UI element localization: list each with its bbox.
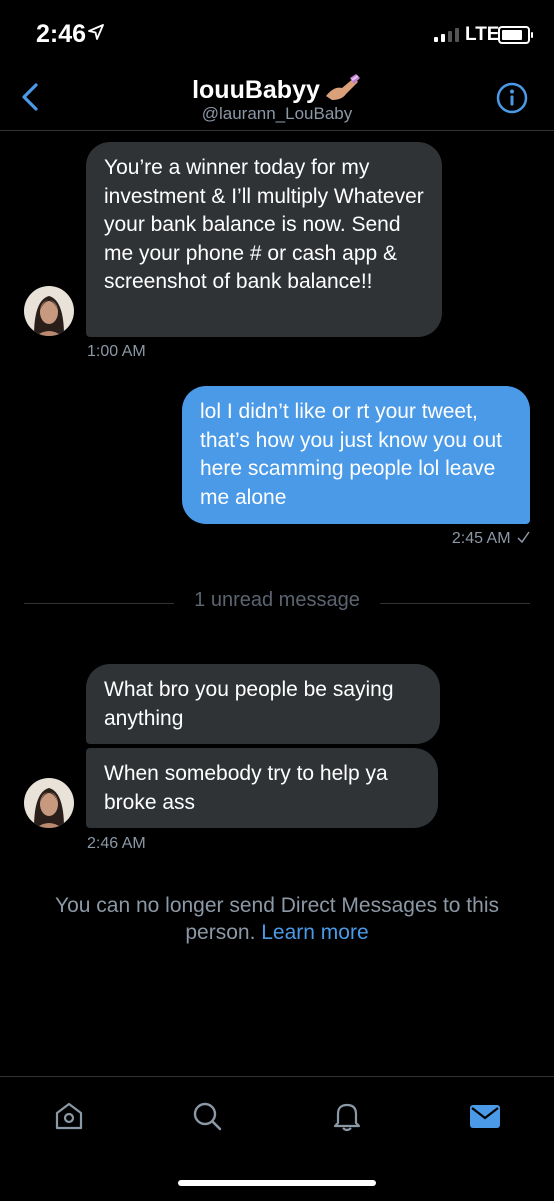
message-timestamp: 2:45 AM [451, 530, 511, 547]
avatar[interactable] [24, 778, 74, 828]
outgoing-message[interactable]: lol I didn’t like or rt your tweet, that… [182, 386, 530, 524]
contact-handle[interactable]: @laurann_LouBaby [0, 104, 554, 124]
unread-separator-label: 1 unread message [194, 589, 360, 611]
dm-restricted-notice: You can no longer send Direct Messages t… [20, 892, 534, 946]
notifications-icon[interactable] [330, 1099, 364, 1133]
message-timestamp-row: 2:45 AM [380, 530, 530, 548]
divider-right [380, 603, 530, 604]
contact-name: louuBabyy [192, 76, 320, 104]
search-icon[interactable] [190, 1099, 224, 1133]
avatar[interactable] [24, 286, 74, 336]
conversation-header: louuBabyy @laurann_LouBaby [0, 66, 554, 131]
network-label: LTE [465, 24, 500, 45]
incoming-message[interactable]: You’re a winner today for my investment … [86, 142, 442, 337]
message-timestamp: 2:46 AM [87, 835, 146, 852]
learn-more-link[interactable]: Learn more [261, 921, 368, 944]
message-timestamp: 1:00 AM [87, 343, 146, 360]
messages-icon[interactable] [468, 1099, 502, 1133]
nail-polish-emoji-icon [325, 74, 360, 100]
incoming-message[interactable]: When somebody try to help ya broke ass [86, 748, 438, 828]
battery-icon [498, 26, 533, 44]
contact-name-row[interactable]: louuBabyy [0, 74, 554, 105]
status-time: 2:46 [36, 20, 87, 48]
status-bar: 2:46 LTE [0, 0, 554, 66]
sent-check-icon [517, 531, 530, 544]
home-icon[interactable] [52, 1099, 86, 1133]
home-indicator[interactable] [178, 1180, 376, 1186]
incoming-message[interactable]: What bro you people be saying anything [86, 664, 440, 744]
location-arrow-icon [88, 24, 104, 40]
signal-icon [434, 28, 459, 42]
info-icon[interactable] [496, 82, 528, 114]
